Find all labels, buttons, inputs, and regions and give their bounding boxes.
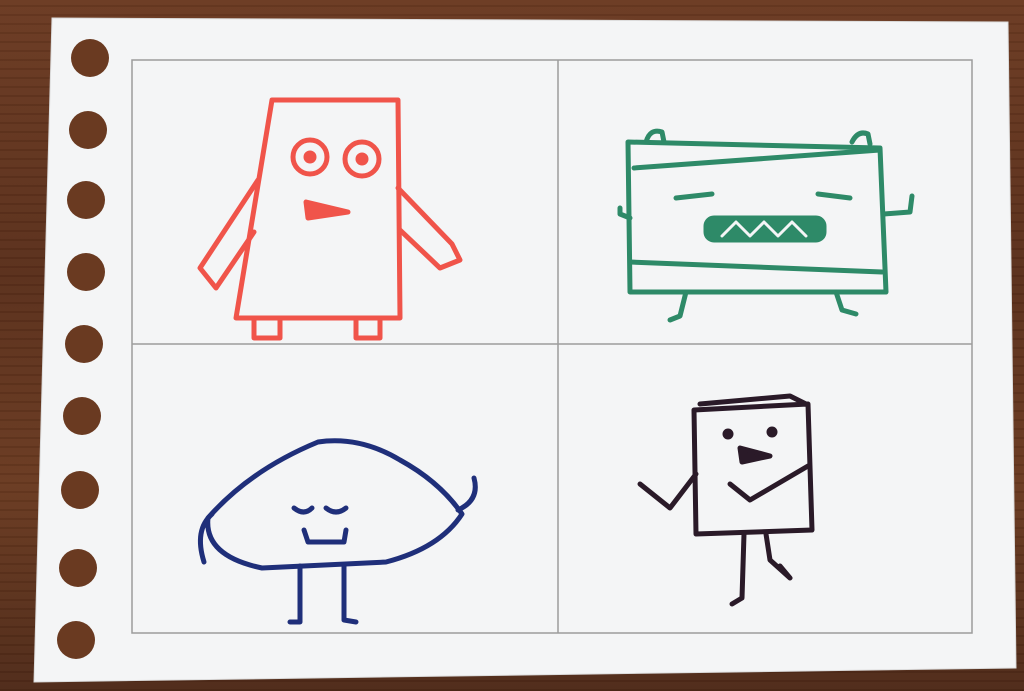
binder-hole — [69, 111, 107, 149]
red-monster-right-pupil — [355, 152, 369, 166]
binder-hole — [57, 621, 95, 659]
binder-hole — [71, 39, 109, 77]
black-monster-right-eye — [766, 426, 778, 438]
binder-hole — [67, 181, 105, 219]
binder-hole — [63, 397, 101, 435]
black-monster-left-eye — [722, 428, 734, 440]
paper-drawing-svg — [33, 17, 1017, 683]
binder-hole — [61, 471, 99, 509]
red-monster-left-pupil — [303, 150, 317, 164]
binder-hole — [65, 325, 103, 363]
photo-scene — [0, 0, 1024, 691]
binder-hole — [67, 253, 105, 291]
paper-sheet — [33, 17, 1017, 683]
binder-hole — [59, 549, 97, 587]
